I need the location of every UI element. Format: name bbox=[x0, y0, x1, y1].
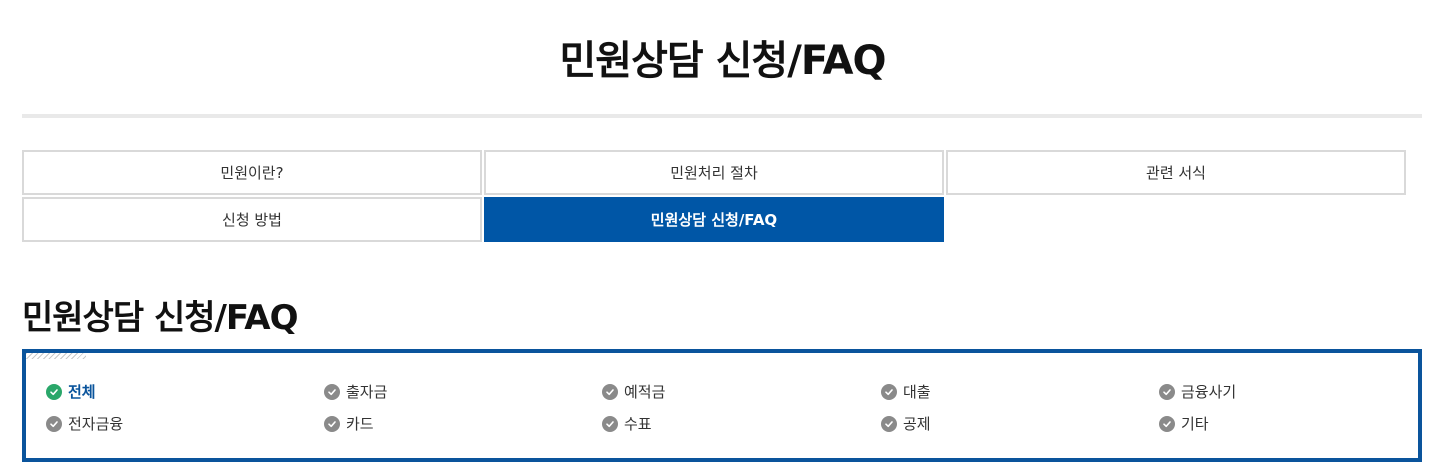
corner-hatch bbox=[26, 353, 86, 359]
category-check[interactable]: 수표 bbox=[602, 413, 652, 434]
category-card[interactable]: 카드 bbox=[324, 413, 374, 434]
category-label: 출자금 bbox=[346, 383, 388, 401]
category-filter-box: 전체 출자금 예적금 대출 금융사기 전자금융 카드 수표 공제 기타 bbox=[22, 349, 1422, 462]
page-title: 민원상담 신청/FAQ bbox=[559, 38, 886, 84]
category-label: 전자금융 bbox=[68, 415, 124, 433]
tab-related-forms[interactable]: 관련 서식 bbox=[946, 150, 1406, 195]
check-circle-icon bbox=[46, 383, 62, 400]
category-label: 전체 bbox=[68, 383, 96, 401]
tab-what-is-complaint[interactable]: 민원이란? bbox=[22, 150, 482, 195]
category-label: 금융사기 bbox=[1181, 383, 1237, 401]
category-mutual-aid[interactable]: 공제 bbox=[881, 413, 931, 434]
check-circle-icon bbox=[602, 383, 618, 400]
category-loans[interactable]: 대출 bbox=[881, 381, 931, 402]
category-label: 기타 bbox=[1181, 415, 1209, 433]
category-label: 카드 bbox=[346, 415, 374, 433]
title-divider bbox=[22, 114, 1422, 118]
tab-complaint-process[interactable]: 민원처리 절차 bbox=[484, 150, 944, 195]
section-title: 민원상담 신청/FAQ bbox=[22, 298, 298, 338]
check-circle-icon bbox=[324, 415, 340, 432]
category-financial-fraud[interactable]: 금융사기 bbox=[1159, 381, 1236, 402]
category-label: 대출 bbox=[903, 383, 931, 401]
category-label: 수표 bbox=[624, 415, 652, 433]
category-deposits[interactable]: 예적금 bbox=[602, 381, 665, 402]
category-investment[interactable]: 출자금 bbox=[324, 381, 387, 402]
category-label: 공제 bbox=[903, 415, 931, 433]
category-e-finance[interactable]: 전자금융 bbox=[46, 413, 123, 434]
check-circle-icon bbox=[1159, 415, 1175, 432]
tab-how-to-apply[interactable]: 신청 방법 bbox=[22, 197, 482, 242]
check-circle-icon bbox=[602, 415, 618, 432]
tab-consultation-faq[interactable]: 민원상담 신청/FAQ bbox=[484, 197, 944, 242]
check-circle-icon bbox=[324, 383, 340, 400]
category-all[interactable]: 전체 bbox=[46, 381, 96, 402]
check-circle-icon bbox=[46, 415, 62, 432]
check-circle-icon bbox=[1159, 383, 1175, 400]
check-circle-icon bbox=[881, 415, 897, 432]
category-label: 예적금 bbox=[624, 383, 666, 401]
category-other[interactable]: 기타 bbox=[1159, 413, 1209, 434]
check-circle-icon bbox=[881, 383, 897, 400]
